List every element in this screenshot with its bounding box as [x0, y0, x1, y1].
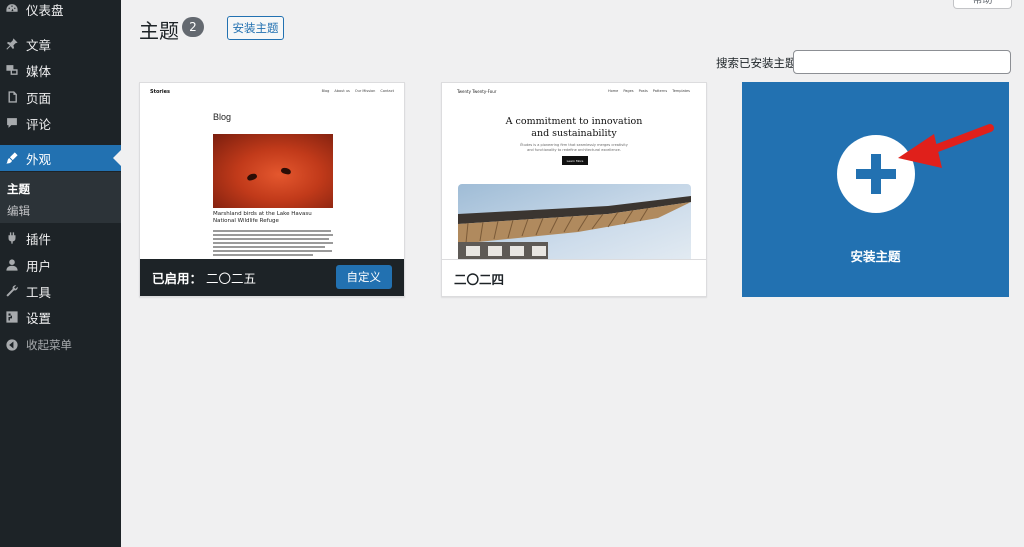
theme-screenshot: Stories Blog About us Our Mission Contac…	[140, 83, 404, 260]
theme-card-twenty-twenty-five[interactable]: Stories Blog About us Our Mission Contac…	[139, 82, 405, 297]
sidebar-item-appearance[interactable]: 外观	[0, 145, 121, 171]
preview-heading: Blog	[213, 112, 232, 122]
submenu-item-editor[interactable]: 编辑	[7, 203, 30, 219]
preview-nav-item: Templates	[672, 89, 690, 93]
collapse-menu-button[interactable]: 收起菜单	[0, 332, 121, 358]
preview-site-title: Stories	[150, 89, 170, 95]
appearance-submenu: 主题 编辑	[0, 172, 121, 223]
add-new-theme-card[interactable]: 安装主题	[742, 82, 1009, 297]
sidebar-item-label: 评论	[26, 116, 52, 132]
preview-nav-item: Pages	[623, 89, 634, 93]
sidebar-item-pages[interactable]: 页面	[0, 84, 121, 110]
comment-icon	[5, 116, 19, 130]
sidebar-item-tools[interactable]: 工具	[0, 278, 121, 304]
collapse-label: 收起菜单	[26, 338, 72, 352]
preview-subtext: and functionality to redefine architectu…	[527, 148, 621, 152]
preview-nav: Blog About us Our Mission Contact	[322, 89, 394, 93]
preview-nav: Home Pages Posts Patterns Templates	[608, 89, 690, 93]
theme-name-bar: 二〇二四	[442, 259, 706, 296]
pin-icon	[5, 37, 19, 51]
brush-icon	[5, 151, 19, 165]
collapse-arrow-icon	[5, 338, 19, 352]
preview-featured-image	[213, 134, 333, 208]
preview-subtext: Études is a pioneering firm that seamles…	[520, 143, 628, 147]
preview-text-line	[213, 246, 325, 248]
theme-name: 二〇二四	[454, 271, 505, 287]
theme-card-twenty-twenty-four[interactable]: Twenty Twenty-Four Home Pages Posts Patt…	[441, 82, 707, 297]
sidebar-item-plugins[interactable]: 插件	[0, 225, 121, 251]
search-label: 搜索已安装主题	[716, 56, 797, 70]
preview-architecture-photo	[458, 184, 691, 260]
preview-nav-item: Contact	[380, 89, 394, 93]
plus-icon	[837, 135, 915, 213]
sidebar-item-label: 插件	[26, 231, 52, 247]
page-title: 主题	[139, 19, 179, 43]
sidebar-item-label: 设置	[26, 310, 52, 326]
sidebar-item-label: 文章	[26, 37, 52, 53]
bird-silhouette	[246, 172, 258, 182]
page-icon	[5, 90, 19, 104]
sidebar-item-settings[interactable]: 设置	[0, 304, 121, 330]
building-illustration	[458, 196, 691, 260]
preview-nav-item: Our Mission	[354, 89, 376, 93]
sidebar-item-label: 外观	[26, 151, 52, 167]
preview-post-title: Marshland birds at the Lake Havasu Natio…	[213, 211, 312, 224]
help-tab[interactable]: 帮助	[953, 0, 1012, 9]
preview-learn-more-button: Learn More	[562, 156, 588, 165]
dashboard-icon	[5, 2, 19, 16]
preview-text-line	[213, 250, 332, 252]
preview-site-title: Twenty Twenty-Four	[457, 89, 497, 94]
media-icon	[5, 63, 19, 77]
settings-icon	[5, 310, 19, 324]
plugin-icon	[5, 231, 19, 245]
theme-name-bar: 已启用： 二〇二五 自定义	[140, 259, 404, 296]
admin-sidebar: 仪表盘 文章 媒体 页面 评论 外观 主题 编辑 插件 用户 工具 设置 收起菜…	[0, 0, 121, 547]
sidebar-item-dashboard[interactable]: 仪表盘	[0, 0, 121, 22]
sidebar-item-label: 仪表盘	[26, 2, 64, 18]
active-theme-prefix: 已启用：	[152, 271, 203, 286]
sidebar-item-posts[interactable]: 文章	[0, 31, 121, 57]
preview-nav-item: Patterns	[652, 89, 668, 93]
sidebar-item-users[interactable]: 用户	[0, 252, 121, 278]
customize-button[interactable]: 自定义	[335, 265, 392, 289]
preview-nav-item: Posts	[638, 89, 648, 93]
theme-count-badge: 2	[182, 17, 204, 37]
preview-text-line	[213, 242, 333, 244]
sidebar-item-label: 页面	[26, 90, 52, 106]
preview-text-line	[213, 238, 329, 240]
search-themes-input[interactable]	[793, 50, 1011, 74]
sidebar-item-label: 用户	[26, 258, 52, 274]
preview-headline-line: and sustainability	[531, 128, 617, 139]
wrench-icon	[5, 284, 19, 298]
bird-silhouette	[280, 166, 292, 176]
sidebar-item-comments[interactable]: 评论	[0, 110, 121, 136]
preview-text-line	[213, 230, 331, 232]
user-icon	[5, 258, 19, 272]
theme-name: 二〇二五	[206, 271, 257, 286]
sidebar-item-label: 媒体	[26, 63, 52, 79]
preview-headline: A commitment to innovation and sustainab…	[442, 116, 706, 140]
add-new-theme-button[interactable]: 安装主题	[227, 16, 284, 40]
preview-nav-item: Home	[607, 89, 619, 93]
sidebar-item-media[interactable]: 媒体	[0, 57, 121, 83]
preview-text-line	[213, 254, 313, 256]
preview-nav-item: Blog	[321, 89, 330, 93]
add-new-theme-label: 安装主题	[850, 249, 901, 264]
sidebar-item-label: 工具	[26, 284, 52, 300]
preview-headline-line: A commitment to innovation	[505, 116, 643, 127]
preview-nav-item: About us	[334, 89, 350, 93]
preview-text-line	[213, 234, 333, 236]
submenu-item-themes[interactable]: 主题	[7, 181, 30, 197]
theme-screenshot: Twenty Twenty-Four Home Pages Posts Patt…	[442, 83, 706, 260]
